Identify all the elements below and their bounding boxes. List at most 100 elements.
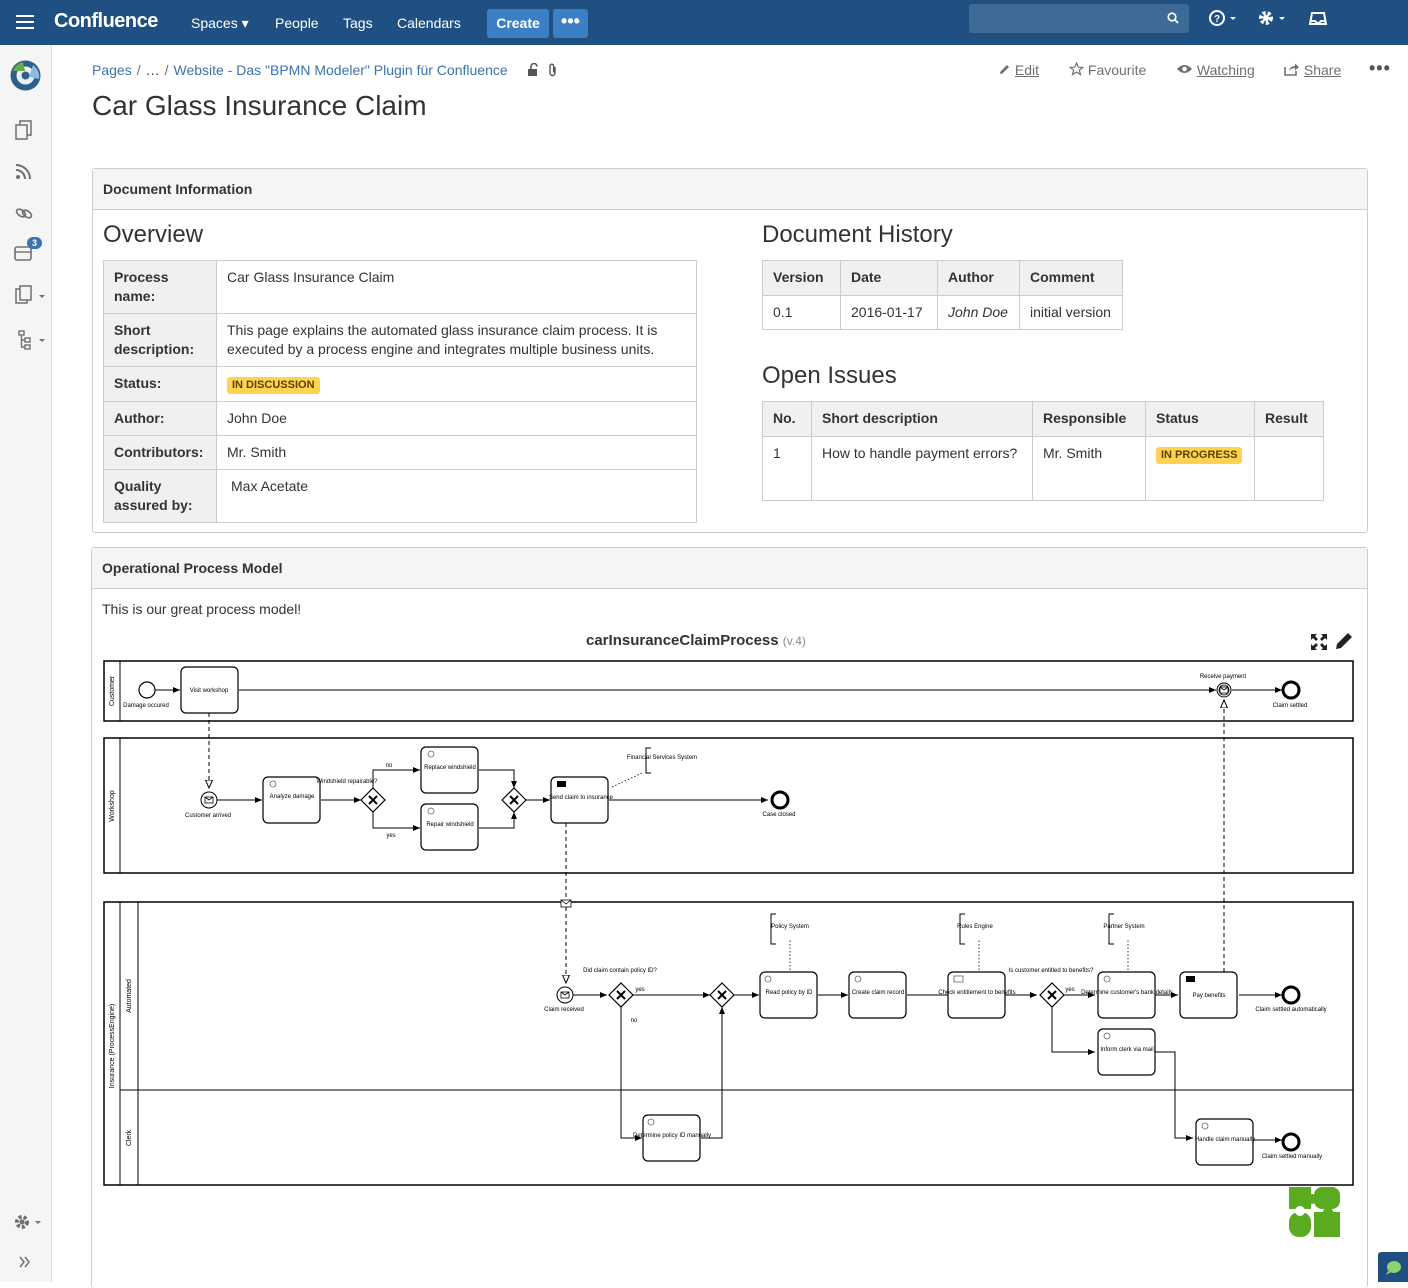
space-logo-icon[interactable] [9,59,42,92]
favourite-action[interactable]: Favourite [1068,61,1147,78]
issues-col-status: Status [1145,401,1255,437]
edit-pencil-icon [1000,65,1009,74]
end-event [1281,1132,1301,1152]
create-more-button[interactable]: ••• [553,9,588,38]
history-comment: initial version [1019,295,1123,330]
label-create-claim: Create claim record [852,990,904,996]
label-customer-arrived: Customer arrived [185,813,231,819]
label-no-policy: no [631,1018,638,1024]
bpmn-plugin-puzzle-logo [1289,1187,1340,1237]
label-policy-system: Policy System [771,924,809,930]
diagram-version: (v.4) [782,634,806,648]
diagram-title: carInsuranceClaimProcess (v.4) [586,632,806,649]
end-event [770,790,790,810]
templates-icon[interactable] [13,285,47,305]
history-author: John Doe [937,295,1020,330]
task-analyze-damage[interactable] [262,776,321,824]
document-history-table: Version Date Author Comment 0.1 2016-01-… [762,260,1123,330]
notifications-icon[interactable] [1307,10,1329,28]
table-row: 0.1 2016-01-17 John Doe initial version [762,295,1123,330]
more-actions-button[interactable]: ••• [1369,58,1391,79]
star-icon [1068,61,1085,76]
pages-icon[interactable] [13,120,35,140]
space-settings-gear-icon[interactable] [13,1213,43,1233]
label-determine-manual: Determine policy ID manually [633,1133,711,1139]
bpmn-diagram[interactable]: Customer Workshop Insurance (ProcessEngi… [102,656,1358,1256]
label-no: no [386,763,393,769]
share-action[interactable]: Share [1283,62,1341,78]
insurance-pool [103,901,1354,1186]
eye-icon [1177,65,1192,73]
history-col-author: Author [937,260,1020,296]
nav-calendars[interactable]: Calendars [397,15,461,31]
status-badge: IN DISCUSSION [227,377,320,394]
page-tree-icon[interactable] [13,329,47,351]
issue-no: 1 [762,436,812,501]
breadcrumb-ellipsis[interactable]: … [146,62,160,78]
short-description-value: This page explains the automated glass i… [216,313,697,367]
nav-spaces[interactable]: Spaces ▾ [191,15,249,32]
table-row: 1 How to handle payment errors? Mr. Smit… [762,436,1324,501]
attachment-paperclip-icon[interactable] [547,63,559,77]
process-model-intro: This is our great process model! [102,601,302,617]
issues-col-no: No. [762,401,812,437]
shortcuts-link-icon[interactable] [13,203,35,223]
label-financial: Financial Services System [627,755,697,761]
label-yes-policy: yes [635,987,644,993]
label-inform-clerk: Inform clerk via mail [1100,1047,1153,1053]
label-handle-manual: Handle claim manually [1195,1137,1255,1143]
label-claim-received: Claim received [544,1007,584,1013]
issue-description: How to handle payment errors? [811,436,1033,501]
issues-col-description: Short description [811,401,1033,437]
label-settled-manual: Claim settled manually [1262,1154,1322,1160]
history-col-comment: Comment [1019,260,1123,296]
label-partner-system: Partner System [1103,924,1144,930]
share-icon [1284,63,1299,76]
label-send-claim: Send claim to insurance [549,795,614,801]
breadcrumb-parent-page[interactable]: Website - Das "BPMN Modeler" Plugin für … [173,62,507,78]
blog-feed-icon[interactable] [13,162,35,182]
search-input[interactable] [969,4,1189,33]
label-determine-bank: Determine customer's bank details [1081,990,1173,996]
history-version: 0.1 [762,295,841,330]
edit-diagram-pencil-icon[interactable] [1333,630,1355,652]
process-name-value: Car Glass Insurance Claim [216,260,697,314]
chat-button[interactable] [1378,1252,1408,1282]
help-icon[interactable]: ? [1209,10,1239,28]
label-read-policy: Read policy by ID [765,990,813,996]
panel-header: Operational Process Model [92,548,1367,589]
customer-pool [103,660,1354,722]
expand-sidebar-icon[interactable] [18,1255,32,1269]
lane-clerk: Clerk [126,1129,133,1146]
quality-assured-value: Max Acetate [216,469,697,523]
create-button[interactable]: Create [487,9,549,38]
overview-heading: Overview [103,221,204,248]
hamburger-menu-icon[interactable] [16,15,34,33]
end-event [1281,985,1301,1005]
lane-workshop: Workshop [109,790,116,821]
confluence-logo[interactable]: Confluence [54,10,158,33]
label-entitled-q: Is customer entitled to benefits? [1009,968,1094,974]
label-settled-auto: Claim settled automatically [1255,1007,1326,1013]
label-replace: Replace windshield [424,765,476,771]
unlocked-padlock-icon[interactable] [526,62,540,77]
start-event [138,681,156,699]
label-visit: Visit workshop [190,688,229,694]
label-policy-q: Did claim contain policy ID? [583,968,657,974]
fullscreen-expand-icon[interactable] [1309,632,1329,652]
open-issues-heading: Open Issues [762,362,897,389]
favourite-label: Favourite [1087,62,1147,78]
watching-action[interactable]: Watching [1176,62,1255,78]
edit-action[interactable]: Edit [998,62,1039,78]
history-col-date: Date [840,260,938,296]
nav-people[interactable]: People [275,15,319,31]
settings-gear-icon[interactable] [1257,10,1289,28]
breadcrumb-pages[interactable]: Pages [92,62,132,78]
label-yes: yes [386,833,395,839]
edit-label: Edit [1014,62,1040,78]
author-value: John Doe [216,401,697,436]
nav-tags[interactable]: Tags [343,15,373,31]
history-date: 2016-01-17 [840,295,938,330]
share-label: Share [1303,62,1342,78]
overview-table: Process name: Car Glass Insurance Claim … [103,260,697,523]
